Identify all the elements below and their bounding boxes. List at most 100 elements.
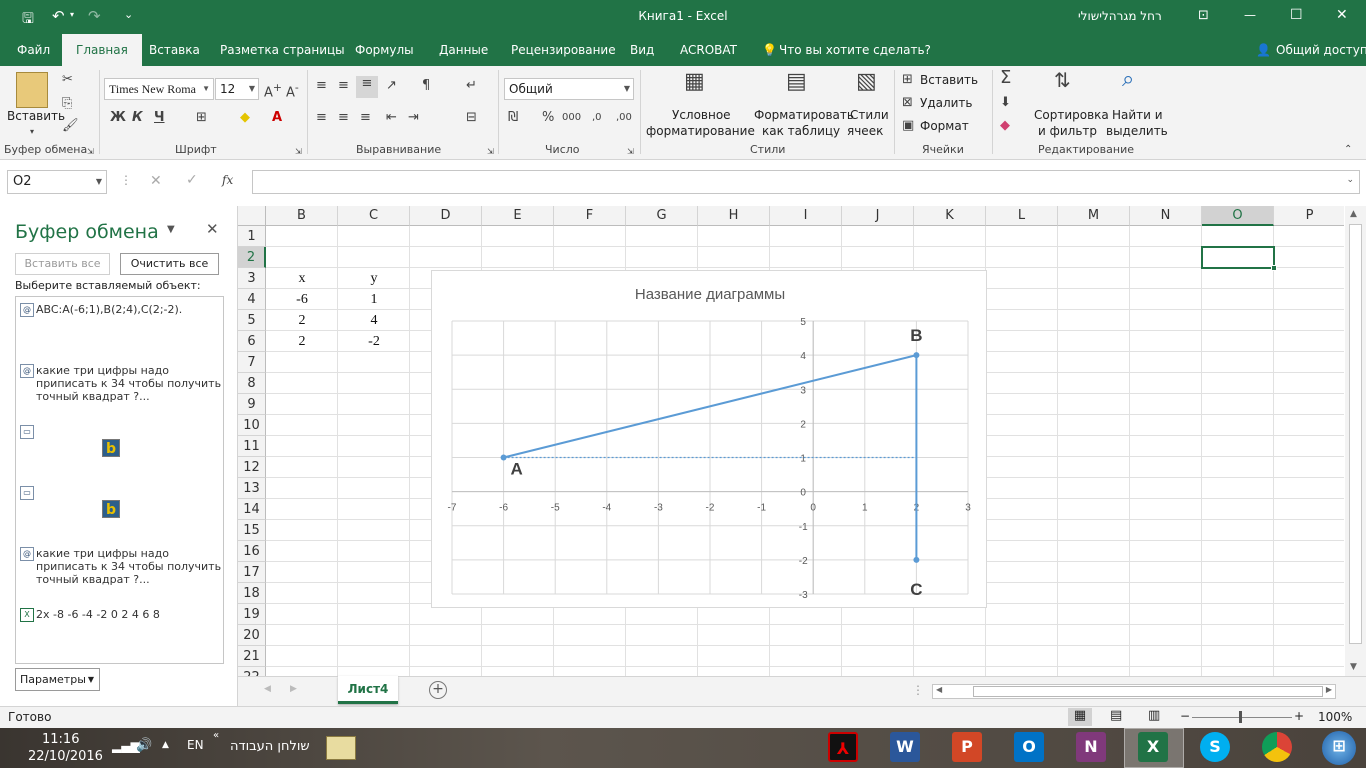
pane-menu-icon[interactable]: ▼ xyxy=(167,224,175,235)
excel-icon[interactable]: X xyxy=(1138,732,1168,762)
format-as-table-icon[interactable]: ▤ xyxy=(786,71,807,93)
conditional-formatting-label-2[interactable]: форматирование xyxy=(646,123,755,139)
column-header-l[interactable]: L xyxy=(986,206,1058,226)
onenote-icon[interactable]: N xyxy=(1076,732,1106,762)
row-header-8[interactable]: 8 xyxy=(238,373,266,394)
column-header-k[interactable]: K xyxy=(914,206,986,226)
clipboard-item[interactable]: @ какие три цифры надо приписать к 34 что… xyxy=(20,364,232,403)
name-box[interactable]: O2 ▼ xyxy=(7,170,107,194)
format-as-table-label[interactable]: Форматировать xyxy=(754,107,854,123)
options-button[interactable]: Параметры ▼ xyxy=(15,668,100,691)
close-button[interactable]: ✕ xyxy=(1336,7,1348,23)
paste-icon[interactable] xyxy=(16,72,48,108)
merge-icon[interactable]: ⊟ xyxy=(466,110,477,126)
delete-cells-button[interactable]: Удалить xyxy=(920,95,973,111)
enter-icon[interactable]: ✓ xyxy=(186,172,198,188)
zoom-in-icon[interactable]: + xyxy=(1294,709,1304,723)
format-cells-button[interactable]: Формат xyxy=(920,118,969,134)
row-header-13[interactable]: 13 xyxy=(238,478,266,499)
row-header-7[interactable]: 7 xyxy=(238,352,266,373)
cell-styles-label[interactable]: Стили xyxy=(850,107,889,123)
formula-input[interactable]: ⌄ xyxy=(252,170,1360,194)
row-header-19[interactable]: 19 xyxy=(238,604,266,625)
sort-filter-icon[interactable]: ⇅ xyxy=(1054,70,1071,90)
tell-me-box[interactable]: Что вы хотите сделать? xyxy=(779,34,931,66)
decrease-indent-icon[interactable]: ⇤ xyxy=(386,110,397,126)
column-header-d[interactable]: D xyxy=(410,206,482,226)
increase-decimal-icon[interactable]: ,0 xyxy=(592,110,602,126)
row-header-9[interactable]: 9 xyxy=(238,394,266,415)
h-scroll-thumb[interactable] xyxy=(973,686,1323,697)
zoom-slider[interactable] xyxy=(1192,717,1292,718)
tab-split-grip-icon[interactable]: ⋮ xyxy=(912,683,924,697)
skype-icon[interactable]: S xyxy=(1200,732,1230,762)
clock-date[interactable]: 22/10/2016 xyxy=(28,749,103,764)
clipboard-item[interactable]: @ ABC:A(-6;1),B(2;4),C(2;-2). xyxy=(20,303,232,317)
show-hidden-icons-icon[interactable]: ▲ xyxy=(162,740,169,750)
number-launcher-icon[interactable]: ⇲ xyxy=(627,144,634,160)
user-name[interactable]: רחל מגרהלישולי xyxy=(1078,9,1162,23)
cell-b5[interactable]: 2 xyxy=(266,310,338,331)
select-all-corner[interactable] xyxy=(238,206,266,226)
fill-icon[interactable]: ⬇ xyxy=(1000,95,1011,111)
find-select-label[interactable]: Найти и xyxy=(1112,107,1163,123)
chart-title[interactable]: Название диаграммы xyxy=(635,286,785,303)
tab-acrobat[interactable]: ACROBAT xyxy=(680,34,737,66)
font-color-icon[interactable]: A xyxy=(272,110,282,126)
cancel-icon[interactable]: ✕ xyxy=(150,173,162,189)
copy-icon[interactable]: ⎘ xyxy=(62,96,72,112)
tab-review[interactable]: Рецензирование xyxy=(511,34,616,66)
scroll-up-icon[interactable]: ▲ xyxy=(1350,209,1357,219)
cell-c3[interactable]: y xyxy=(338,268,410,289)
tab-page-layout[interactable]: Разметка страницы xyxy=(220,34,345,66)
row-header-20[interactable]: 20 xyxy=(238,625,266,646)
close-pane-icon[interactable]: ✕ xyxy=(206,220,219,238)
cell-b3[interactable]: x xyxy=(266,268,338,289)
fill-handle[interactable] xyxy=(1271,265,1277,271)
start-button-icon[interactable]: ⊞ xyxy=(1322,731,1356,765)
column-header-g[interactable]: G xyxy=(626,206,698,226)
column-header-n[interactable]: N xyxy=(1130,206,1202,226)
tab-formulas[interactable]: Формулы xyxy=(355,34,414,66)
font-size-combo[interactable]: 12 ▼ xyxy=(215,78,259,100)
prev-sheet-icon[interactable]: ◀ xyxy=(264,684,271,694)
column-header-c[interactable]: C xyxy=(338,206,410,226)
align-left-icon[interactable]: ≡ xyxy=(316,110,327,126)
word-icon[interactable]: W xyxy=(890,732,920,762)
font-launcher-icon[interactable]: ⇲ xyxy=(295,144,302,160)
find-icon[interactable]: ⌕ xyxy=(1122,69,1134,91)
row-header-17[interactable]: 17 xyxy=(238,562,266,583)
sheet-tab-active[interactable]: Лист4 xyxy=(338,676,398,704)
column-header-i[interactable]: I xyxy=(770,206,842,226)
align-center-icon[interactable]: ≡ xyxy=(338,110,349,126)
row-header-10[interactable]: 10 xyxy=(238,415,266,436)
row-header-22[interactable]: 22 xyxy=(238,667,266,676)
row-header-6[interactable]: 6 xyxy=(238,331,266,352)
column-header-m[interactable]: M xyxy=(1058,206,1130,226)
align-top-icon[interactable]: ≡ xyxy=(316,78,327,94)
language-indicator[interactable]: EN xyxy=(187,738,204,752)
row-header-18[interactable]: 18 xyxy=(238,583,266,604)
row-header-15[interactable]: 15 xyxy=(238,520,266,541)
scroll-left-icon[interactable]: ◀ xyxy=(936,685,942,694)
clipboard-item[interactable]: X 2x -8 -6 -4 -2 0 2 4 6 8 xyxy=(20,608,232,622)
volume-icon[interactable]: 🔊 xyxy=(136,738,152,753)
scroll-thumb[interactable] xyxy=(1349,224,1362,644)
cell-c6[interactable]: -2 xyxy=(338,331,410,352)
row-header-3[interactable]: 3 xyxy=(238,268,266,289)
desktop-folder-icon[interactable] xyxy=(326,736,356,760)
row-header-21[interactable]: 21 xyxy=(238,646,266,667)
find-select-label-2[interactable]: выделить xyxy=(1106,123,1168,139)
grow-font-icon[interactable]: A+ xyxy=(264,80,282,101)
share-button[interactable]: Общий доступ xyxy=(1276,34,1366,66)
wrap-text-icon[interactable]: ↵ xyxy=(466,78,477,94)
row-header-1[interactable]: 1 xyxy=(238,226,266,247)
clipboard-item[interactable]: ▭ b xyxy=(20,486,232,522)
row-header-14[interactable]: 14 xyxy=(238,499,266,520)
outlook-icon[interactable]: O xyxy=(1014,732,1044,762)
selected-cell-o2[interactable] xyxy=(1201,246,1275,269)
tab-insert[interactable]: Вставка xyxy=(149,34,200,66)
alignment-launcher-icon[interactable]: ⇲ xyxy=(487,144,494,160)
decrease-decimal-icon[interactable]: ,00 xyxy=(616,110,632,126)
next-sheet-icon[interactable]: ▶ xyxy=(290,684,297,694)
